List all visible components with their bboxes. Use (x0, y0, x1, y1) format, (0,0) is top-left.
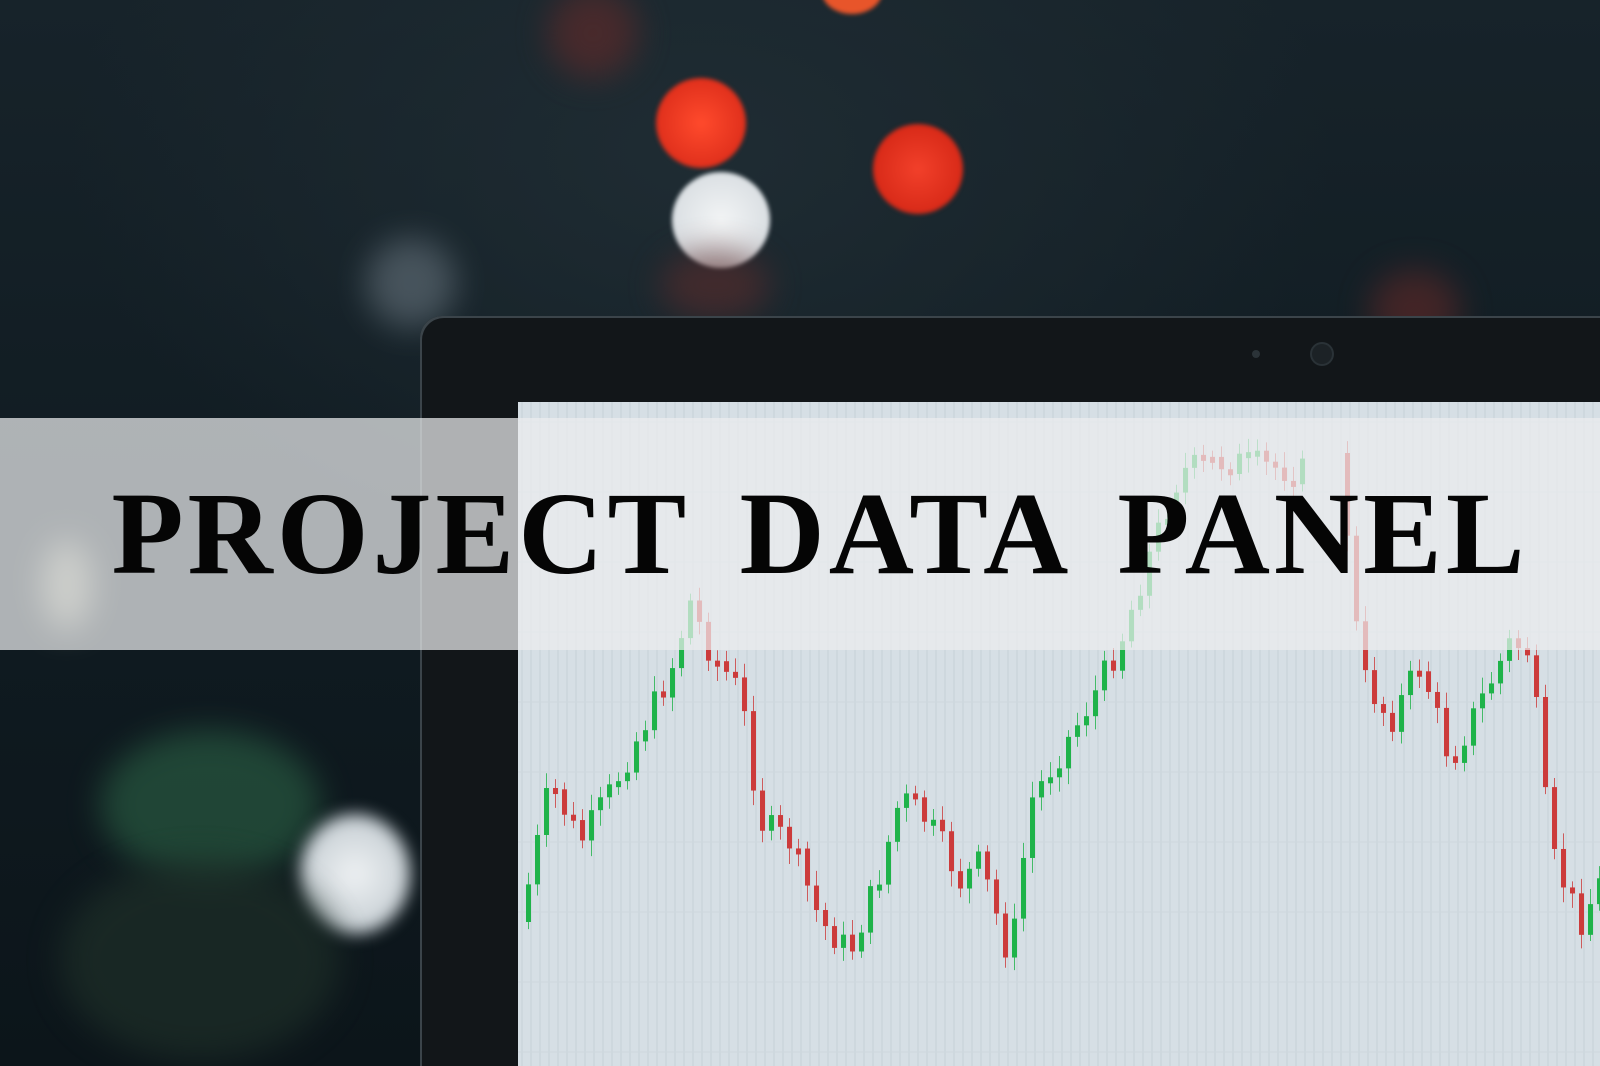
candle-body (571, 814, 576, 821)
candle-body (787, 826, 792, 849)
candle-body (589, 810, 594, 841)
candle-body (805, 848, 810, 886)
candle-body (1561, 848, 1566, 888)
candle-body (1498, 660, 1503, 684)
candle-body (652, 691, 657, 731)
candle-body (1480, 693, 1485, 709)
webcam-lens (1312, 344, 1332, 364)
candle-body (1381, 704, 1386, 713)
candle-body (877, 884, 882, 891)
candle-body (859, 932, 864, 952)
candle-body (544, 788, 549, 835)
bokeh-light (548, 0, 638, 78)
bokeh-light (822, 0, 882, 14)
candle-body (1048, 777, 1053, 784)
candle-body (1570, 887, 1575, 894)
candle-body (1471, 708, 1476, 746)
candle-body (607, 784, 612, 798)
candle-body (904, 793, 909, 808)
candle-body (724, 661, 729, 672)
title-banner: PROJECT DATA PANEL (0, 418, 1600, 650)
candle-body (1444, 707, 1449, 757)
candle-body (598, 797, 603, 811)
candle-body (913, 793, 918, 800)
candle-body (715, 660, 720, 667)
candle-body (1588, 904, 1593, 935)
candle-body (526, 884, 531, 922)
candle-body (1102, 660, 1107, 691)
candle-body (733, 671, 738, 678)
candle-body (1066, 736, 1071, 769)
candle-body (949, 831, 954, 872)
candle-body (841, 934, 846, 948)
candle-body (1012, 918, 1017, 958)
candle-body (1372, 670, 1377, 705)
candle-body (634, 741, 639, 773)
candle-body (769, 815, 774, 831)
candle-body (1030, 797, 1035, 858)
candle-body (931, 819, 936, 826)
candle-body (850, 934, 855, 952)
candle-body (625, 772, 630, 782)
candle-body (1399, 695, 1404, 732)
candle-body (778, 815, 783, 827)
candle-body (985, 851, 990, 880)
candle-body (922, 797, 927, 822)
candle-body (760, 790, 765, 831)
candle-body (1084, 716, 1089, 726)
candle-body (670, 668, 675, 698)
candle-body (580, 820, 585, 841)
bokeh-light (656, 78, 746, 168)
candle-body (832, 926, 837, 948)
candle-body (814, 885, 819, 911)
bokeh-light (100, 730, 320, 880)
page-title: PROJECT DATA PANEL (111, 468, 1529, 599)
candle-body (796, 848, 801, 855)
candle-body (967, 868, 972, 889)
candle-body (562, 789, 567, 815)
candle-body (958, 871, 963, 889)
candle-body (886, 841, 891, 885)
bokeh-light (60, 860, 340, 1060)
candle-body (553, 788, 558, 795)
photo-scene: PROJECT DATA PANEL (0, 0, 1600, 1066)
candle-body (1489, 683, 1494, 694)
candle-body (1075, 725, 1080, 737)
candle-body (940, 819, 945, 832)
candle-body (1111, 660, 1116, 671)
candle-body (823, 910, 828, 927)
candle-body (1408, 670, 1413, 696)
candle-body (751, 711, 756, 791)
candle-body (1093, 690, 1098, 717)
bokeh-light (366, 238, 456, 328)
candle-body (1552, 787, 1557, 849)
bokeh-light (660, 250, 770, 320)
candle-body (1543, 697, 1548, 788)
candle-body (643, 730, 648, 742)
candle-body (994, 879, 999, 914)
candle-body (1021, 857, 1026, 919)
candle-body (742, 677, 747, 712)
candle-body (976, 851, 981, 869)
webcam-sensor (1252, 350, 1260, 358)
candle-body (1579, 893, 1584, 935)
candle-body (1462, 745, 1467, 763)
candle-body (1417, 670, 1422, 677)
candle-body (1057, 768, 1062, 778)
candle-body (1039, 781, 1044, 798)
candle-body (535, 834, 540, 885)
candle-body (616, 781, 621, 788)
candle-body (1435, 691, 1440, 708)
candle-body (1390, 712, 1395, 732)
candle-body (868, 886, 873, 933)
candle-body (1453, 756, 1458, 763)
bokeh-light (873, 124, 963, 214)
candle-body (1426, 671, 1431, 692)
candle-body (661, 691, 666, 698)
candle-body (1003, 913, 1008, 958)
candle-body (895, 807, 900, 842)
candle-body (1534, 655, 1539, 698)
